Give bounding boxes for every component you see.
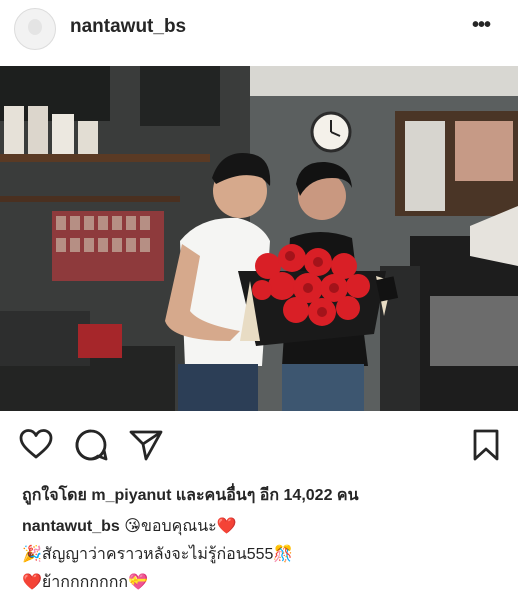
bookmark-icon[interactable] (472, 428, 500, 467)
caption-text-2: สัญญาว่าคราวหลังจะไม่รู้ก่อน555 (41, 546, 274, 563)
party-popper-emoji-icon: 🎉 (22, 546, 42, 563)
red-heart-emoji-icon: ❤️ (216, 518, 237, 535)
caption-text-1: ขอบคุณนะ (140, 518, 217, 535)
likes-prefix: ถูกใจโดย (22, 487, 87, 504)
likes-count-text[interactable]: และคนอื่นๆ อีก 14,022 คน (176, 487, 359, 504)
photo-illustration (0, 66, 518, 411)
post-header: nantawut_bs ••• (0, 0, 518, 60)
share-icon[interactable] (128, 428, 164, 467)
heart-ribbon-emoji-icon: 💝 (128, 574, 149, 591)
heart-icon[interactable] (18, 428, 54, 465)
red-heart-emoji-icon: ❤️ (22, 574, 42, 591)
caption-line-1: nantawut_bs 😘ขอบคุณนะ❤️ (22, 513, 502, 541)
caption-line-3: ❤️ย้ากกกกกกก💝 (22, 569, 502, 597)
caption-text-3: ย้ากกกกกกก (41, 574, 129, 591)
confetti-ball-emoji-icon: 🎊 (273, 546, 294, 563)
comment-icon[interactable] (74, 428, 108, 467)
caption-line-2: 🎉สัญญาว่าคราวหลังจะไม่รู้ก่อน555🎊 (22, 541, 502, 569)
likes-summary: ถูกใจโดย m_piyanut และคนอื่นๆ อีก 14,022… (22, 483, 359, 508)
post-photo[interactable] (0, 66, 518, 411)
kiss-emoji-icon: 😘 (124, 518, 141, 535)
liked-by-user-link[interactable]: m_piyanut (91, 487, 171, 504)
post-caption: nantawut_bs 😘ขอบคุณนะ❤️ 🎉สัญญาว่าคราวหลั… (22, 513, 502, 597)
more-options-icon[interactable]: ••• (472, 14, 491, 37)
caption-username[interactable]: nantawut_bs (22, 518, 120, 535)
avatar[interactable] (14, 8, 56, 50)
post-username[interactable]: nantawut_bs (70, 16, 186, 38)
action-bar (0, 418, 518, 468)
